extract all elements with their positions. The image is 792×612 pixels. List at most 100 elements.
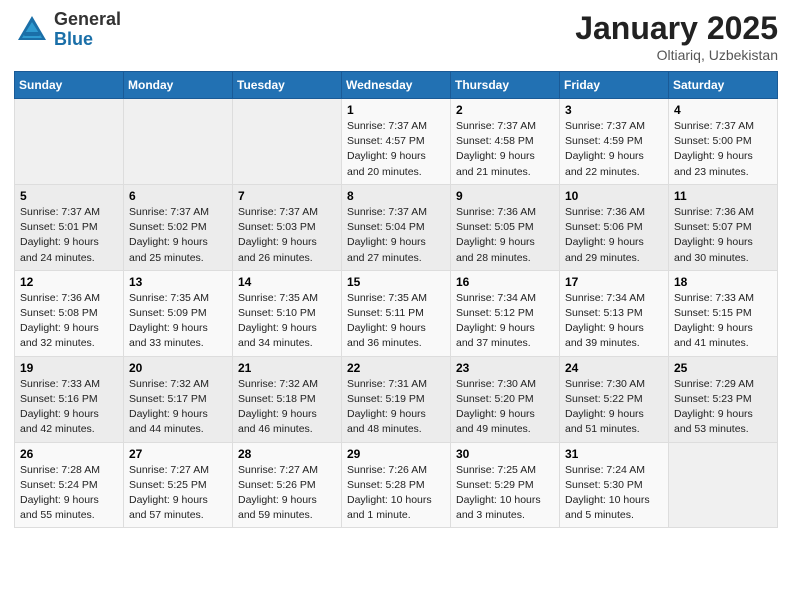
day-number: 27 <box>129 447 227 461</box>
calendar-week-2: 5Sunrise: 7:37 AM Sunset: 5:01 PM Daylig… <box>15 184 778 270</box>
calendar-cell: 11 Sunrise: 7:36 AM Sunset: 5:07 PM Dayli… <box>669 184 778 270</box>
day-number: 12 <box>20 275 118 289</box>
calendar-cell: 25 Sunrise: 7:29 AM Sunset: 5:23 PM Dayli… <box>669 356 778 442</box>
day-info: Sunrise: 7:29 AM Sunset: 5:23 PM Dayligh… <box>674 377 772 438</box>
calendar-week-1: 1Sunrise: 7:37 AM Sunset: 4:57 PM Daylig… <box>15 99 778 185</box>
day-info: Sunrise: 7:37 AM Sunset: 4:57 PM Dayligh… <box>347 119 445 180</box>
day-number: 31 <box>565 447 663 461</box>
day-number: 8 <box>347 189 445 203</box>
day-info: Sunrise: 7:28 AM Sunset: 5:24 PM Dayligh… <box>20 463 118 524</box>
day-info: Sunrise: 7:36 AM Sunset: 5:05 PM Dayligh… <box>456 205 554 266</box>
logo-icon <box>14 12 50 48</box>
day-info: Sunrise: 7:36 AM Sunset: 5:06 PM Dayligh… <box>565 205 663 266</box>
calendar-cell: 22Sunrise: 7:31 AM Sunset: 5:19 PM Dayli… <box>342 356 451 442</box>
day-info: Sunrise: 7:33 AM Sunset: 5:16 PM Dayligh… <box>20 377 118 438</box>
day-number: 15 <box>347 275 445 289</box>
day-info: Sunrise: 7:36 AM Sunset: 5:07 PM Dayligh… <box>674 205 772 266</box>
day-info: Sunrise: 7:36 AM Sunset: 5:08 PM Dayligh… <box>20 291 118 352</box>
header: General Blue January 2025 Oltiariq, Uzbe… <box>14 10 778 63</box>
day-number: 18 <box>674 275 772 289</box>
day-info: Sunrise: 7:24 AM Sunset: 5:30 PM Dayligh… <box>565 463 663 524</box>
day-info: Sunrise: 7:34 AM Sunset: 5:13 PM Dayligh… <box>565 291 663 352</box>
day-info: Sunrise: 7:35 AM Sunset: 5:11 PM Dayligh… <box>347 291 445 352</box>
day-info: Sunrise: 7:37 AM Sunset: 5:01 PM Dayligh… <box>20 205 118 266</box>
calendar-location: Oltiariq, Uzbekistan <box>575 47 778 63</box>
day-info: Sunrise: 7:34 AM Sunset: 5:12 PM Dayligh… <box>456 291 554 352</box>
day-number: 13 <box>129 275 227 289</box>
day-info: Sunrise: 7:37 AM Sunset: 5:00 PM Dayligh… <box>674 119 772 180</box>
day-number: 28 <box>238 447 336 461</box>
calendar-week-4: 19 Sunrise: 7:33 AM Sunset: 5:16 PM Dayli… <box>15 356 778 442</box>
calendar-cell: 7Sunrise: 7:37 AM Sunset: 5:03 PM Daylig… <box>233 184 342 270</box>
calendar-cell: 17 Sunrise: 7:34 AM Sunset: 5:13 PM Dayli… <box>560 270 669 356</box>
day-number: 11 <box>674 189 772 203</box>
day-info: Sunrise: 7:25 AM Sunset: 5:29 PM Dayligh… <box>456 463 554 524</box>
calendar-cell: 31 Sunrise: 7:24 AM Sunset: 5:30 PM Dayli… <box>560 442 669 528</box>
calendar-cell: 20Sunrise: 7:32 AM Sunset: 5:17 PM Dayli… <box>124 356 233 442</box>
calendar-body: 1Sunrise: 7:37 AM Sunset: 4:57 PM Daylig… <box>15 99 778 528</box>
logo: General Blue <box>14 10 121 50</box>
day-number: 25 <box>674 361 772 375</box>
day-info: Sunrise: 7:35 AM Sunset: 5:10 PM Dayligh… <box>238 291 336 352</box>
day-info: Sunrise: 7:37 AM Sunset: 5:04 PM Dayligh… <box>347 205 445 266</box>
day-info: Sunrise: 7:37 AM Sunset: 4:59 PM Dayligh… <box>565 119 663 180</box>
calendar-cell: 28Sunrise: 7:27 AM Sunset: 5:26 PM Dayli… <box>233 442 342 528</box>
day-number: 24 <box>565 361 663 375</box>
calendar-cell <box>15 99 124 185</box>
calendar-cell: 13Sunrise: 7:35 AM Sunset: 5:09 PM Dayli… <box>124 270 233 356</box>
calendar-cell: 9 Sunrise: 7:36 AM Sunset: 5:05 PM Daylig… <box>451 184 560 270</box>
calendar-cell: 16 Sunrise: 7:34 AM Sunset: 5:12 PM Dayli… <box>451 270 560 356</box>
weekday-header-monday: Monday <box>124 72 233 99</box>
calendar-cell: 24 Sunrise: 7:30 AM Sunset: 5:22 PM Dayli… <box>560 356 669 442</box>
calendar-cell: 10 Sunrise: 7:36 AM Sunset: 5:06 PM Dayli… <box>560 184 669 270</box>
day-info: Sunrise: 7:31 AM Sunset: 5:19 PM Dayligh… <box>347 377 445 438</box>
logo-text: General Blue <box>54 10 121 50</box>
calendar-cell: 8 Sunrise: 7:37 AM Sunset: 5:04 PM Daylig… <box>342 184 451 270</box>
day-info: Sunrise: 7:37 AM Sunset: 5:02 PM Dayligh… <box>129 205 227 266</box>
calendar-cell: 27 Sunrise: 7:27 AM Sunset: 5:25 PM Dayli… <box>124 442 233 528</box>
day-info: Sunrise: 7:30 AM Sunset: 5:20 PM Dayligh… <box>456 377 554 438</box>
calendar-cell <box>124 99 233 185</box>
calendar-title: January 2025 <box>575 10 778 47</box>
weekday-header-saturday: Saturday <box>669 72 778 99</box>
logo-blue-text: Blue <box>54 30 121 50</box>
calendar-cell: 12 Sunrise: 7:36 AM Sunset: 5:08 PM Dayli… <box>15 270 124 356</box>
weekday-row: SundayMondayTuesdayWednesdayThursdayFrid… <box>15 72 778 99</box>
day-info: Sunrise: 7:33 AM Sunset: 5:15 PM Dayligh… <box>674 291 772 352</box>
calendar-cell: 21 Sunrise: 7:32 AM Sunset: 5:18 PM Dayli… <box>233 356 342 442</box>
calendar-cell: 1Sunrise: 7:37 AM Sunset: 4:57 PM Daylig… <box>342 99 451 185</box>
day-number: 21 <box>238 361 336 375</box>
calendar-cell: 5Sunrise: 7:37 AM Sunset: 5:01 PM Daylig… <box>15 184 124 270</box>
day-number: 19 <box>20 361 118 375</box>
day-number: 10 <box>565 189 663 203</box>
day-number: 17 <box>565 275 663 289</box>
calendar-cell: 6Sunrise: 7:37 AM Sunset: 5:02 PM Daylig… <box>124 184 233 270</box>
day-info: Sunrise: 7:27 AM Sunset: 5:25 PM Dayligh… <box>129 463 227 524</box>
calendar-cell: 30Sunrise: 7:25 AM Sunset: 5:29 PM Dayli… <box>451 442 560 528</box>
calendar-cell <box>669 442 778 528</box>
calendar-cell: 23 Sunrise: 7:30 AM Sunset: 5:20 PM Dayli… <box>451 356 560 442</box>
calendar-cell: 26 Sunrise: 7:28 AM Sunset: 5:24 PM Dayli… <box>15 442 124 528</box>
weekday-header-friday: Friday <box>560 72 669 99</box>
day-number: 3 <box>565 103 663 117</box>
day-number: 14 <box>238 275 336 289</box>
day-number: 23 <box>456 361 554 375</box>
day-number: 20 <box>129 361 227 375</box>
day-number: 2 <box>456 103 554 117</box>
calendar-week-5: 26 Sunrise: 7:28 AM Sunset: 5:24 PM Dayli… <box>15 442 778 528</box>
weekday-header-sunday: Sunday <box>15 72 124 99</box>
day-number: 9 <box>456 189 554 203</box>
day-number: 7 <box>238 189 336 203</box>
calendar-cell <box>233 99 342 185</box>
day-number: 16 <box>456 275 554 289</box>
calendar-cell: 18 Sunrise: 7:33 AM Sunset: 5:15 PM Dayli… <box>669 270 778 356</box>
day-number: 4 <box>674 103 772 117</box>
weekday-header-tuesday: Tuesday <box>233 72 342 99</box>
day-number: 26 <box>20 447 118 461</box>
calendar-cell: 3 Sunrise: 7:37 AM Sunset: 4:59 PM Daylig… <box>560 99 669 185</box>
day-info: Sunrise: 7:30 AM Sunset: 5:22 PM Dayligh… <box>565 377 663 438</box>
day-info: Sunrise: 7:32 AM Sunset: 5:18 PM Dayligh… <box>238 377 336 438</box>
calendar-cell: 14 Sunrise: 7:35 AM Sunset: 5:10 PM Dayli… <box>233 270 342 356</box>
calendar-header: SundayMondayTuesdayWednesdayThursdayFrid… <box>15 72 778 99</box>
page: General Blue January 2025 Oltiariq, Uzbe… <box>0 0 792 542</box>
